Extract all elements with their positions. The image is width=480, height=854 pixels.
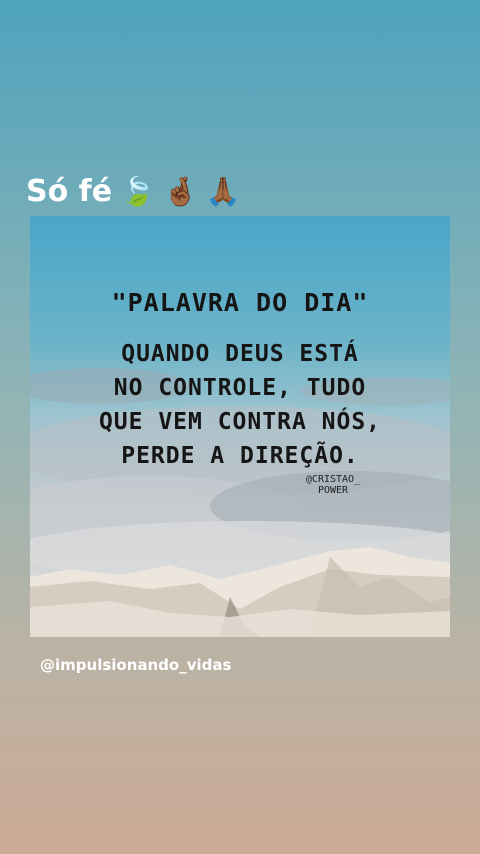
post-image: "PALAVRA DO DIA" QUANDO DEUS ESTÁ NO CON…: [30, 216, 450, 637]
mountain-range: [30, 547, 450, 637]
quote-line: PERDE A DIREÇÃO.: [121, 443, 359, 469]
story-caption: Só fé 🍃 🤞🏾 🙏🏾: [26, 174, 241, 209]
credit-line: POWER: [317, 485, 349, 496]
quote-line: QUE VEM CONTRA NÓS,: [98, 409, 382, 435]
mention-sticker[interactable]: @impulsionando_vidas: [40, 656, 231, 674]
quote-title: "PALAVRA DO DIA": [111, 288, 369, 317]
quote-credit: @CRISTAO_ POWER: [288, 474, 378, 496]
quote-line: NO CONTROLE, TUDO: [113, 375, 367, 401]
quote-line: QUANDO DEUS ESTÁ: [121, 341, 359, 367]
quote-text: "PALAVRA DO DIA" QUANDO DEUS ESTÁ NO CON…: [30, 288, 450, 473]
caption-text: Só fé: [26, 174, 113, 209]
fingers-crossed-emoji-icon: 🤞🏾: [162, 175, 198, 208]
leaf-emoji-icon: 🍃: [120, 175, 155, 208]
praying-hands-emoji-icon: 🙏🏾: [205, 175, 241, 208]
credit-line: @CRISTAO_: [305, 474, 361, 485]
